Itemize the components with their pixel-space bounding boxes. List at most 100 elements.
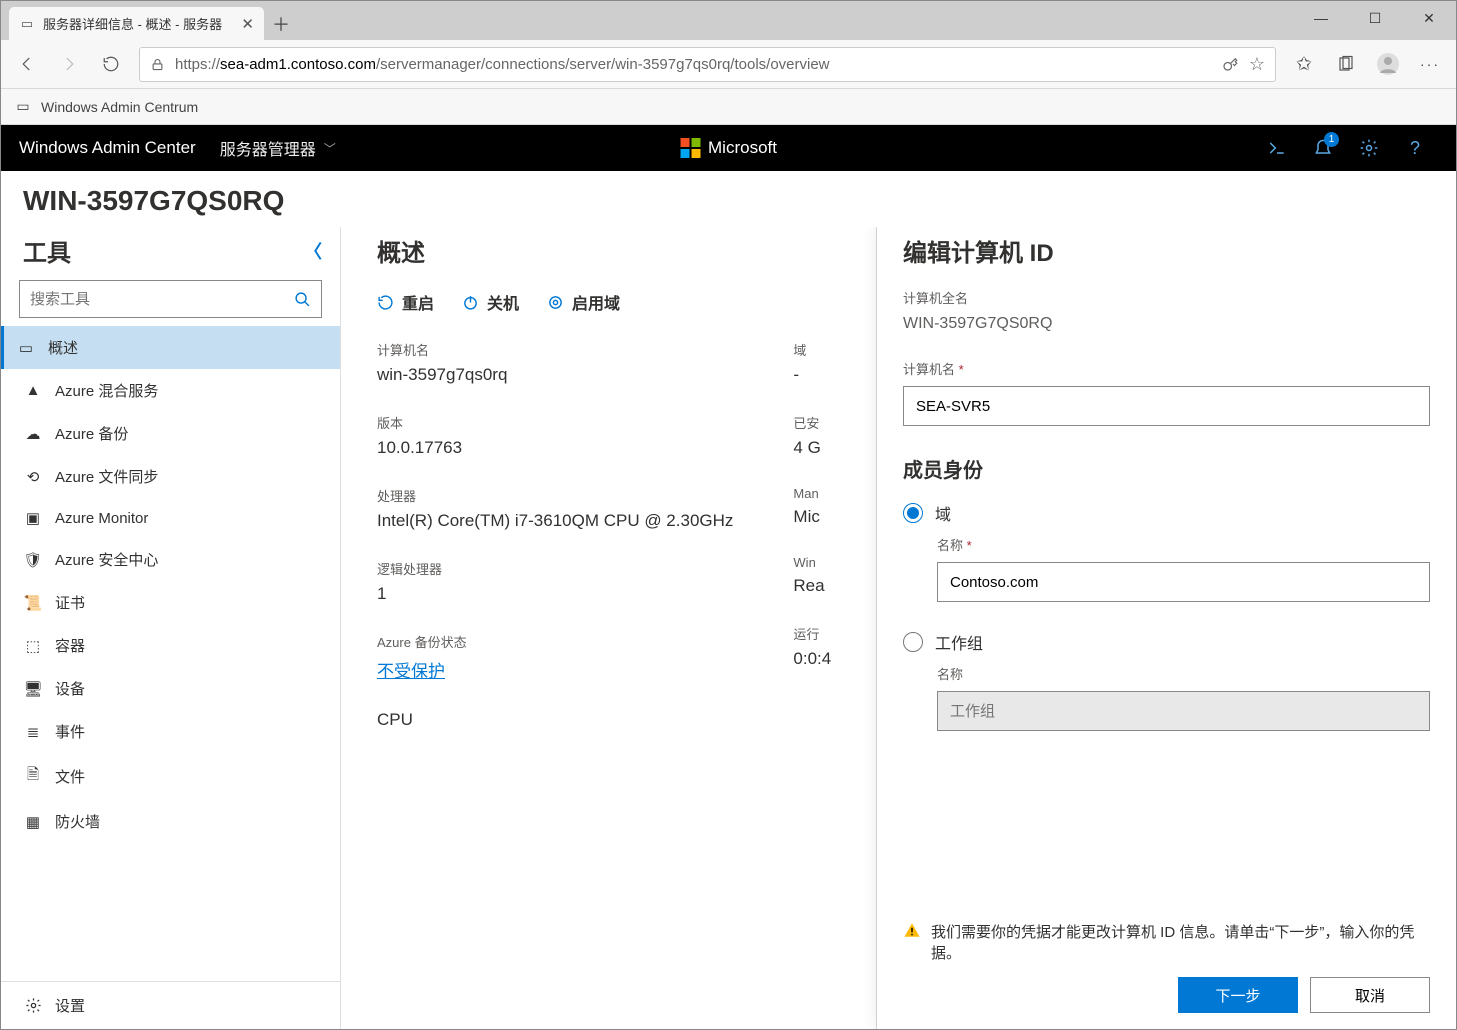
wac-brand[interactable]: Windows Admin Center [19, 138, 196, 158]
browser-tab[interactable]: ▭ 服务器详细信息 - 概述 - 服务器 ✕ [9, 7, 264, 40]
new-tab-button[interactable]: ＋ [264, 7, 298, 40]
radio-workgroup-row[interactable]: 工作组 [903, 630, 1430, 654]
browser-toolbar: https://sea-adm1.contoso.com/servermanag… [1, 40, 1456, 89]
events-icon: ≣ [23, 723, 43, 741]
certificates-icon: 📜 [23, 594, 43, 612]
breadcrumb-label: 服务器管理器 [220, 136, 316, 160]
tool-search[interactable] [19, 280, 322, 318]
nav-forward-button[interactable] [49, 44, 89, 84]
tool-item-label: Azure Monitor [55, 510, 148, 527]
favorite-star-icon[interactable]: ☆ [1249, 54, 1265, 75]
tool-item-files[interactable]: 🗎 文件 [1, 753, 340, 800]
next-button[interactable]: 下一步 [1178, 977, 1298, 1013]
value-man: Mic [793, 507, 853, 527]
tool-search-input[interactable] [30, 291, 294, 308]
window-maximize-icon[interactable]: ☐ [1348, 1, 1402, 35]
radio-workgroup[interactable] [903, 632, 923, 652]
label-installed: 已安 [793, 413, 853, 432]
tool-item-containers[interactable]: ⬚ 容器 [1, 624, 340, 667]
radio-domain-label: 域 [935, 501, 951, 525]
tool-item-azure-file-sync[interactable]: ⟲ Azure 文件同步 [1, 455, 340, 498]
tool-item-certificates[interactable]: 📜 证书 [1, 581, 340, 624]
shutdown-button[interactable]: 关机 [462, 290, 519, 314]
collapse-tools-icon[interactable]: 〈 [304, 238, 322, 264]
azure-hybrid-icon: ▲ [23, 382, 43, 399]
value-azure-backup[interactable]: 不受保护 [377, 662, 445, 681]
cancel-button[interactable]: 取消 [1310, 977, 1430, 1013]
tool-item-firewall[interactable]: ▦ 防火墙 [1, 800, 340, 843]
value-logical: 1 [377, 584, 733, 604]
value-computer-name: win-3597g7qs0rq [377, 365, 733, 385]
radio-workgroup-label: 工作组 [935, 630, 983, 654]
files-icon: 🗎 [23, 764, 43, 789]
nav-refresh-button[interactable] [91, 44, 131, 84]
window-minimize-icon[interactable]: — [1294, 1, 1348, 35]
radio-domain-row[interactable]: 域 [903, 501, 1430, 525]
tab-page-icon: ▭ [19, 16, 35, 32]
favorites-button[interactable]: ✩ [1284, 44, 1324, 84]
shutdown-label: 关机 [487, 290, 519, 314]
site-permissions-icon[interactable] [1221, 55, 1239, 73]
powershell-button[interactable] [1254, 125, 1300, 171]
window-controls: — ☐ ✕ [1294, 1, 1456, 35]
lock-icon [150, 57, 165, 72]
tab-close-icon[interactable]: ✕ [241, 15, 254, 33]
firewall-icon: ▦ [23, 813, 43, 831]
breadcrumb[interactable]: 服务器管理器 ﹀ [220, 136, 336, 160]
label-azure-backup: Azure 备份状态 [377, 632, 733, 651]
tool-item-azure-hybrid[interactable]: ▲ Azure 混合服务 [1, 369, 340, 412]
azure-file-sync-icon: ⟲ [23, 468, 43, 486]
gear-icon [23, 997, 43, 1014]
tool-item-label: 设置 [55, 995, 85, 1016]
computer-name-input[interactable] [903, 386, 1430, 426]
domain-name-input[interactable] [937, 562, 1430, 602]
enable-domain-button[interactable]: 启用域 [547, 290, 620, 314]
search-icon[interactable] [294, 291, 311, 308]
more-button[interactable]: ··· [1410, 44, 1450, 84]
tool-item-events[interactable]: ≣ 事件 [1, 710, 340, 753]
tool-item-label: Azure 安全中心 [55, 549, 158, 570]
full-name-label: 计算机全名 [903, 288, 1430, 307]
tool-item-label: 事件 [55, 721, 85, 742]
devices-icon: 🖥 [23, 680, 43, 698]
tool-item-azure-monitor[interactable]: ▣ Azure Monitor [1, 498, 340, 538]
label-logical: 逻辑处理器 [377, 559, 733, 578]
window-close-icon[interactable]: ✕ [1402, 1, 1456, 35]
tool-item-settings[interactable]: 设置 [1, 982, 340, 1029]
tool-item-label: 容器 [55, 635, 85, 656]
bookmarks-bar: ▭ Windows Admin Centrum [1, 89, 1456, 125]
label-cpu: CPU [377, 710, 733, 730]
bookmark-item[interactable]: Windows Admin Centrum [41, 99, 198, 115]
tool-item-azure-security[interactable]: 🛡 Azure 安全中心 [1, 538, 340, 581]
wac-actions: 1 ? [1254, 125, 1438, 171]
workgroup-name-label: 名称 [937, 664, 1430, 683]
label-man: Man [793, 486, 853, 501]
collections-button[interactable] [1326, 44, 1366, 84]
tool-item-devices[interactable]: 🖥 设备 [1, 667, 340, 710]
restart-button[interactable]: 重启 [377, 290, 434, 314]
value-run: 0:0:4 [793, 649, 853, 669]
nav-back-button[interactable] [7, 44, 47, 84]
tools-footer: 设置 [1, 981, 340, 1029]
microsoft-logo-icon [680, 138, 700, 158]
tool-item-label: 证书 [55, 592, 85, 613]
notification-badge: 1 [1324, 132, 1339, 147]
help-button[interactable]: ? [1392, 125, 1438, 171]
warning-text: 我们需要你的凭据才能更改计算机 ID 信息。请单击“下一步”，输入你的凭据。 [931, 921, 1430, 963]
radio-domain[interactable] [903, 503, 923, 523]
tool-item-overview[interactable]: ▭ 概述 [1, 326, 340, 369]
notifications-button[interactable]: 1 [1300, 125, 1346, 171]
azure-security-icon: 🛡 [23, 551, 43, 569]
settings-button[interactable] [1346, 125, 1392, 171]
address-bar[interactable]: https://sea-adm1.contoso.com/servermanag… [139, 47, 1276, 82]
tool-list[interactable]: ▭ 概述 ▲ Azure 混合服务 ☁ Azure 备份 ⟲ Azure 文件同… [1, 326, 340, 981]
label-run: 运行 [793, 624, 853, 643]
profile-button[interactable] [1368, 44, 1408, 84]
browser-titlebar: ▭ 服务器详细信息 - 概述 - 服务器 ✕ ＋ — ☐ ✕ [1, 1, 1456, 40]
tool-item-label: 概述 [48, 337, 78, 358]
workgroup-name-input [937, 691, 1430, 731]
overview-icon: ▭ [16, 339, 36, 357]
panel-title: 编辑计算机 ID [903, 233, 1430, 268]
tool-item-azure-backup[interactable]: ☁ Azure 备份 [1, 412, 340, 455]
tool-item-label: 设备 [55, 678, 85, 699]
